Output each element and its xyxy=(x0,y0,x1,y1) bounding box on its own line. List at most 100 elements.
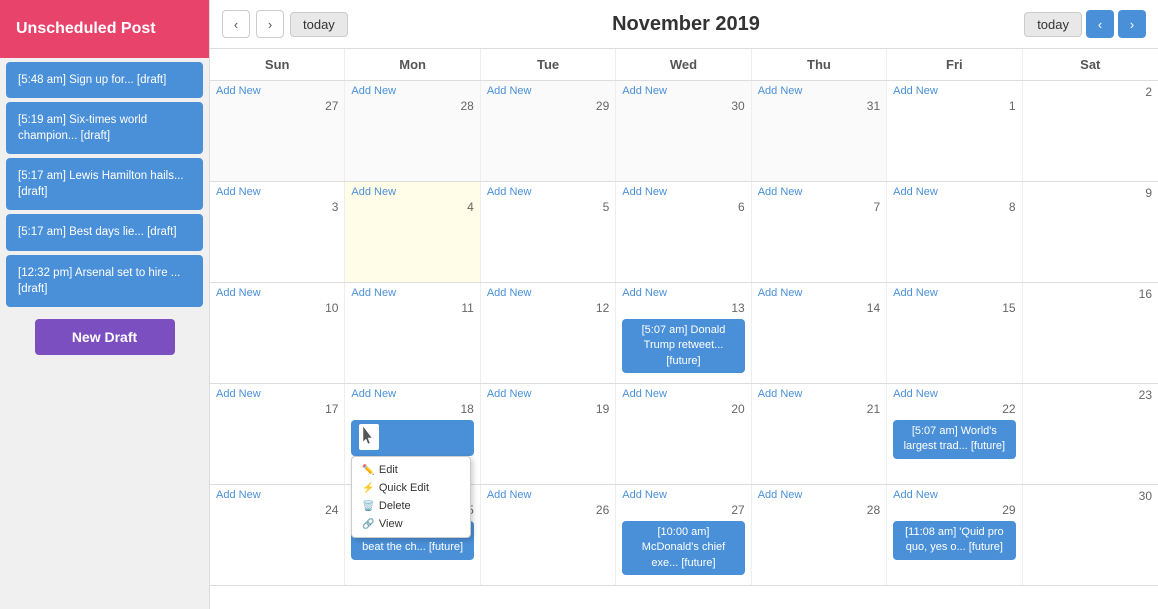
calendar-day: Add New 3 xyxy=(210,182,345,282)
add-new-link[interactable]: Add New xyxy=(487,186,609,198)
calendar-day: Add New 17 xyxy=(210,384,345,484)
calendar-event[interactable]: [10:00 am] McDonald's chief exe... [futu… xyxy=(622,521,744,575)
calendar-day: Add New7 xyxy=(752,182,887,282)
add-new-link[interactable]: Add New xyxy=(216,489,338,501)
add-new-link[interactable]: Add New xyxy=(893,186,1015,198)
day-number: 8 xyxy=(893,200,1015,214)
today-button-left[interactable]: today xyxy=(290,12,348,37)
add-new-link[interactable]: Add New xyxy=(622,287,744,299)
context-menu-item-delete[interactable]: 🗑️Delete xyxy=(352,497,470,515)
day-number: 12 xyxy=(487,301,609,315)
prev-month-button-right[interactable]: ‹ xyxy=(1086,10,1114,38)
context-menu-item-quick-edit[interactable]: ⚡Quick Edit xyxy=(352,479,470,497)
day-number: 29 xyxy=(893,503,1015,517)
new-draft-button[interactable]: New Draft xyxy=(35,319,175,355)
add-new-link[interactable]: Add New xyxy=(351,287,473,299)
add-new-link[interactable]: Add New xyxy=(351,85,473,97)
add-new-link[interactable]: Add New xyxy=(487,388,609,400)
add-new-link[interactable]: Add New xyxy=(758,287,880,299)
add-new-link[interactable]: Add New xyxy=(758,85,880,97)
calendar-day: Add New27 xyxy=(210,81,345,181)
add-new-link[interactable]: Add New xyxy=(893,287,1015,299)
calendar-week: Add New3Add New4Add New5Add New6Add New7… xyxy=(210,182,1158,283)
add-new-link[interactable]: Add New xyxy=(216,85,338,97)
day-number: 21 xyxy=(758,402,880,416)
calendar-day: Add New 15 xyxy=(887,283,1022,383)
sidebar-title: Unscheduled Post xyxy=(16,20,156,38)
calendar-day: Add New 20 xyxy=(616,384,751,484)
top-nav-right: today ‹ › xyxy=(1024,10,1146,38)
add-new-link[interactable]: Add New xyxy=(216,186,338,198)
calendar-event[interactable]: [11:08 am] 'Quid pro quo, yes o... [futu… xyxy=(893,521,1015,560)
view-icon: 🔗 xyxy=(362,519,374,530)
calendar-day-header: Sat xyxy=(1023,49,1158,80)
calendar-day-header: Wed xyxy=(616,49,751,80)
day-number: 22 xyxy=(893,402,1015,416)
today-button-right[interactable]: today xyxy=(1024,12,1082,37)
add-new-link[interactable]: Add New xyxy=(893,489,1015,501)
prev-month-button-left[interactable]: ‹ xyxy=(222,10,250,38)
day-number: 24 xyxy=(216,503,338,517)
add-new-link[interactable]: Add New xyxy=(351,388,473,400)
day-number: 14 xyxy=(758,301,880,315)
add-new-link[interactable]: Add New xyxy=(487,85,609,97)
quick edit-icon: ⚡ xyxy=(362,483,374,494)
add-new-link[interactable]: Add New xyxy=(487,489,609,501)
edit-icon: ✏️ xyxy=(362,465,374,476)
context-menu-item-edit[interactable]: ✏️Edit xyxy=(352,461,470,479)
calendar-event[interactable] xyxy=(351,420,473,456)
day-number: 15 xyxy=(893,301,1015,315)
day-number: 20 xyxy=(622,402,744,416)
sidebar-post-item[interactable]: [5:48 am] Sign up for... [draft] xyxy=(6,62,203,98)
calendar-day-header: Mon xyxy=(345,49,480,80)
calendar-day: Add New 21 xyxy=(752,384,887,484)
add-new-link[interactable]: Add New xyxy=(622,388,744,400)
add-new-link[interactable]: Add New xyxy=(622,489,744,501)
day-number: 3 xyxy=(216,200,338,214)
cursor-icon xyxy=(359,424,379,450)
next-month-button-right[interactable]: › xyxy=(1118,10,1146,38)
add-new-link[interactable]: Add New xyxy=(487,287,609,299)
add-new-link[interactable]: Add New xyxy=(351,186,473,198)
day-number: 17 xyxy=(216,402,338,416)
sidebar-post-item[interactable]: [5:17 am] Best days lie... [draft] xyxy=(6,214,203,250)
calendar-day: Add New4 xyxy=(345,182,480,282)
day-number: 1 xyxy=(893,99,1015,113)
calendar-day: 2 xyxy=(1023,81,1158,181)
calendar-event[interactable]: [5:07 am] World's largest trad... [futur… xyxy=(893,420,1015,459)
calendar-day-header: Sun xyxy=(210,49,345,80)
sidebar-post-item[interactable]: [5:19 am] Six-times world champion... [d… xyxy=(6,102,203,154)
sidebar-post-item[interactable]: [12:32 pm] Arsenal set to hire ... [draf… xyxy=(6,255,203,307)
add-new-link[interactable]: Add New xyxy=(622,85,744,97)
calendar-title: November 2019 xyxy=(354,13,1018,36)
add-new-link[interactable]: Add New xyxy=(758,388,880,400)
calendar-day: Add New27[10:00 am] McDonald's chief exe… xyxy=(616,485,751,585)
day-number: 28 xyxy=(758,503,880,517)
calendar-day: Add New18✏️Edit⚡Quick Edit🗑️Delete🔗View xyxy=(345,384,480,484)
calendar-body: Add New27Add New28Add New29Add New30Add … xyxy=(210,81,1158,586)
add-new-link[interactable]: Add New xyxy=(622,186,744,198)
delete-icon: 🗑️ xyxy=(362,501,374,512)
day-number: 16 xyxy=(1029,287,1152,301)
day-number: 5 xyxy=(487,200,609,214)
add-new-link[interactable]: Add New xyxy=(216,287,338,299)
context-menu-item-view[interactable]: 🔗View xyxy=(352,515,470,533)
add-new-link[interactable]: Add New xyxy=(893,388,1015,400)
add-new-link[interactable]: Add New xyxy=(216,388,338,400)
day-number: 10 xyxy=(216,301,338,315)
day-number: 23 xyxy=(1029,388,1152,402)
calendar-day: Add New29 xyxy=(481,81,616,181)
add-new-link[interactable]: Add New xyxy=(758,186,880,198)
calendar-event[interactable]: [5:07 am] Donald Trump retweet... [futur… xyxy=(622,319,744,373)
sidebar-post-item[interactable]: [5:17 am] Lewis Hamilton hails... [draft… xyxy=(6,158,203,210)
add-new-link[interactable]: Add New xyxy=(758,489,880,501)
calendar-day: Add New28 xyxy=(345,81,480,181)
add-new-link[interactable]: Add New xyxy=(893,85,1015,97)
calendar-week: Add New10Add New11Add New12Add New13[5:0… xyxy=(210,283,1158,384)
day-number: 2 xyxy=(1029,85,1152,99)
calendar-grid: SunMonTueWedThuFriSat Add New27Add New28… xyxy=(210,49,1158,609)
calendar-day: Add New30 xyxy=(616,81,751,181)
calendar-day: 9 xyxy=(1023,182,1158,282)
calendar-day: 30 xyxy=(1023,485,1158,585)
next-month-button-left[interactable]: › xyxy=(256,10,284,38)
